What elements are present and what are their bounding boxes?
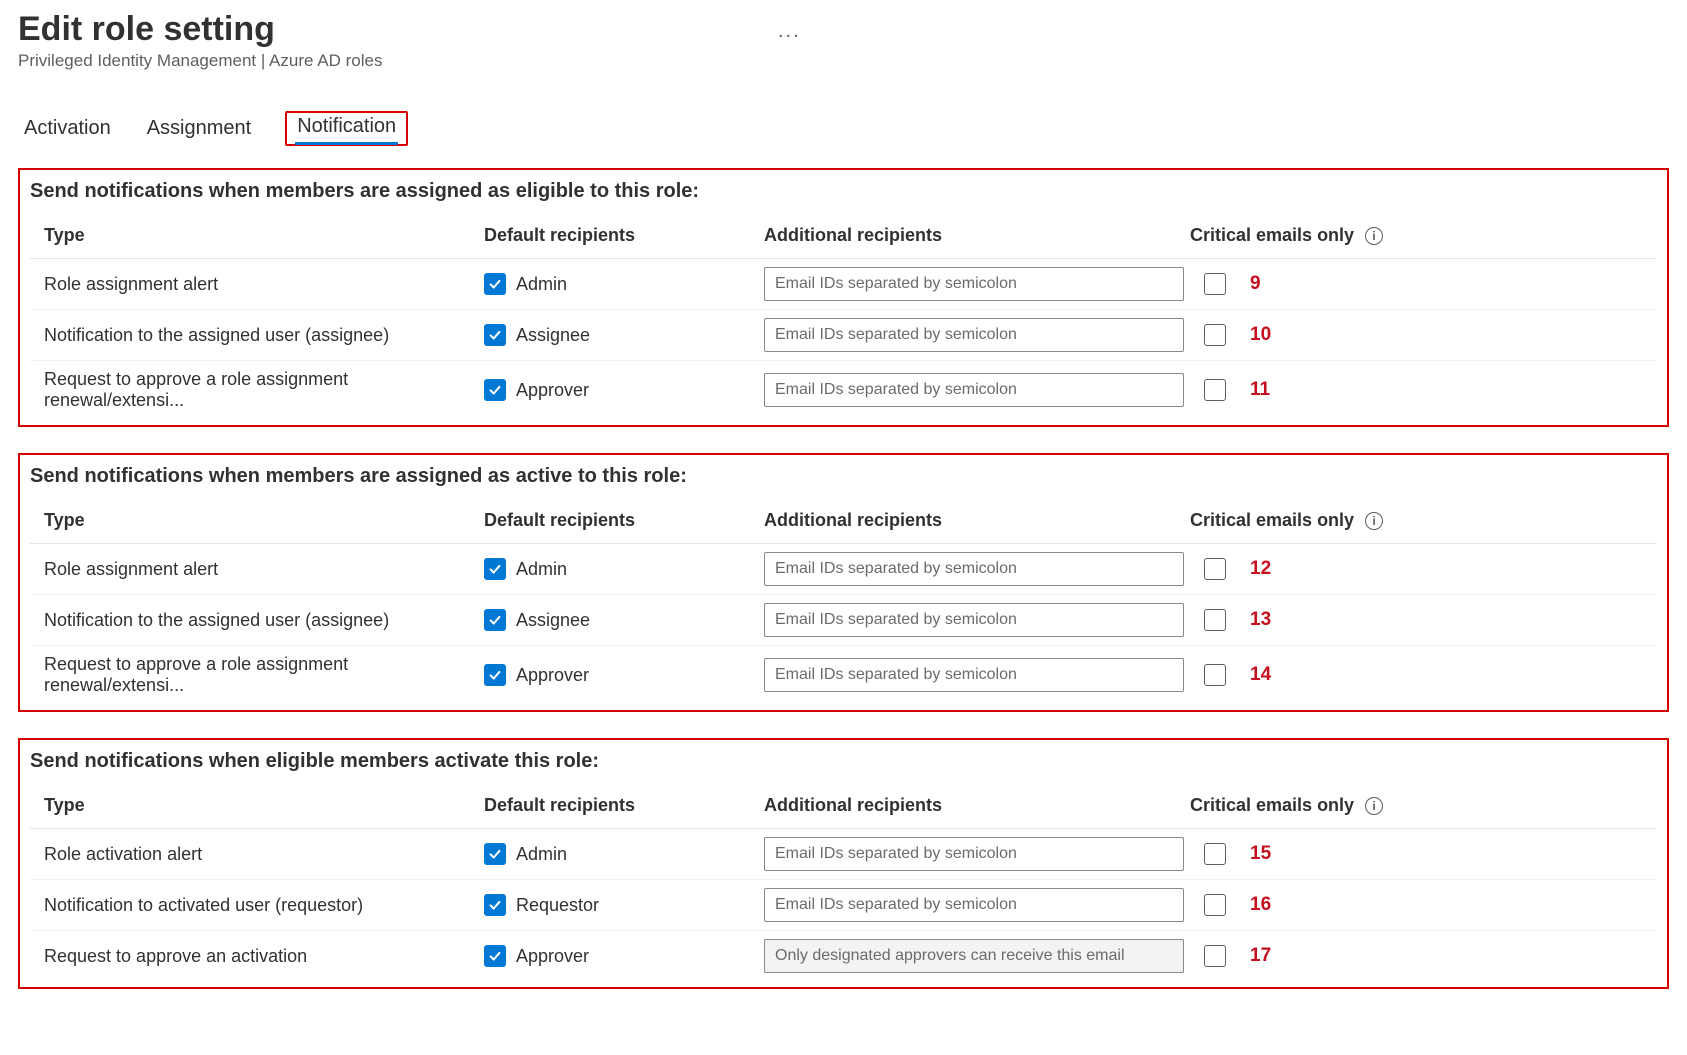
tab-activation[interactable]: Activation — [22, 111, 113, 146]
step-badge: 16 — [1250, 894, 1271, 916]
section-title: Send notifications when members are assi… — [30, 180, 1657, 203]
notification-section: Send notifications when members are assi… — [18, 168, 1669, 427]
info-icon[interactable]: i — [1365, 797, 1383, 815]
table-row: Notification to the assigned user (assig… — [30, 310, 1657, 361]
table-row: Role activation alert Admin 15 — [30, 829, 1657, 880]
default-recipient-label: Admin — [516, 844, 567, 865]
default-recipient-checkbox[interactable] — [484, 558, 506, 580]
critical-emails-checkbox[interactable] — [1204, 324, 1226, 346]
critical-emails-checkbox[interactable] — [1204, 609, 1226, 631]
notification-section: Send notifications when eligible members… — [18, 738, 1669, 989]
notification-type: Role assignment alert — [30, 544, 470, 595]
table-row: Request to approve an activation Approver… — [30, 931, 1657, 982]
notification-type: Request to approve a role assignment ren… — [30, 361, 470, 420]
additional-recipients-input[interactable] — [764, 552, 1184, 586]
col-critical-emails: Critical emails only i — [1190, 217, 1657, 259]
section-title: Send notifications when members are assi… — [30, 465, 1657, 488]
critical-emails-checkbox[interactable] — [1204, 843, 1226, 865]
tab-assignment[interactable]: Assignment — [145, 111, 254, 146]
table-row: Request to approve a role assignment ren… — [30, 646, 1657, 705]
default-recipient-label: Approver — [516, 665, 589, 686]
table-row: Role assignment alert Admin 9 — [30, 259, 1657, 310]
additional-recipients-input[interactable] — [764, 603, 1184, 637]
notification-section: Send notifications when members are assi… — [18, 453, 1669, 712]
critical-emails-checkbox[interactable] — [1204, 945, 1226, 967]
col-additional-recipients: Additional recipients — [750, 502, 1190, 544]
col-default-recipients: Default recipients — [470, 787, 750, 829]
col-type: Type — [30, 787, 470, 829]
default-recipient-label: Admin — [516, 274, 567, 295]
step-badge: 15 — [1250, 843, 1271, 865]
default-recipient-label: Approver — [516, 946, 589, 967]
col-type: Type — [30, 502, 470, 544]
default-recipient-label: Approver — [516, 380, 589, 401]
additional-recipients-input[interactable] — [764, 373, 1184, 407]
col-critical-emails: Critical emails only i — [1190, 502, 1657, 544]
tabs: Activation Assignment Notification — [18, 111, 1669, 146]
default-recipient-label: Admin — [516, 559, 567, 580]
default-recipient-checkbox[interactable] — [484, 945, 506, 967]
additional-recipients-input — [764, 939, 1184, 973]
default-recipient-checkbox[interactable] — [484, 664, 506, 686]
info-icon[interactable]: i — [1365, 512, 1383, 530]
table-row: Notification to activated user (requesto… — [30, 880, 1657, 931]
notification-type: Notification to activated user (requesto… — [30, 880, 470, 931]
additional-recipients-input[interactable] — [764, 837, 1184, 871]
breadcrumb: Privileged Identity Management | Azure A… — [18, 51, 1669, 71]
additional-recipients-input[interactable] — [764, 658, 1184, 692]
critical-emails-checkbox[interactable] — [1204, 558, 1226, 580]
default-recipient-checkbox[interactable] — [484, 843, 506, 865]
col-default-recipients: Default recipients — [470, 217, 750, 259]
col-additional-recipients: Additional recipients — [750, 217, 1190, 259]
default-recipient-checkbox[interactable] — [484, 379, 506, 401]
table-row: Request to approve a role assignment ren… — [30, 361, 1657, 420]
notification-type: Notification to the assigned user (assig… — [30, 310, 470, 361]
default-recipient-checkbox[interactable] — [484, 894, 506, 916]
critical-emails-checkbox[interactable] — [1204, 273, 1226, 295]
step-badge: 17 — [1250, 945, 1271, 967]
default-recipient-label: Assignee — [516, 610, 590, 631]
default-recipient-label: Assignee — [516, 325, 590, 346]
critical-emails-checkbox[interactable] — [1204, 894, 1226, 916]
col-critical-emails: Critical emails only i — [1190, 787, 1657, 829]
info-icon[interactable]: i — [1365, 227, 1383, 245]
step-badge: 14 — [1250, 664, 1271, 686]
step-badge: 13 — [1250, 609, 1271, 631]
default-recipient-checkbox[interactable] — [484, 324, 506, 346]
notification-type: Request to approve an activation — [30, 931, 470, 982]
step-badge: 9 — [1250, 273, 1261, 295]
tab-notification[interactable]: Notification — [295, 109, 398, 143]
critical-emails-checkbox[interactable] — [1204, 664, 1226, 686]
step-badge: 11 — [1250, 379, 1270, 401]
additional-recipients-input[interactable] — [764, 888, 1184, 922]
notification-type: Notification to the assigned user (assig… — [30, 595, 470, 646]
step-badge: 10 — [1250, 324, 1271, 346]
table-row: Role assignment alert Admin 12 — [30, 544, 1657, 595]
col-additional-recipients: Additional recipients — [750, 787, 1190, 829]
additional-recipients-input[interactable] — [764, 318, 1184, 352]
more-actions-button[interactable]: ... — [778, 20, 801, 43]
critical-emails-checkbox[interactable] — [1204, 379, 1226, 401]
step-badge: 12 — [1250, 558, 1271, 580]
notification-type: Role assignment alert — [30, 259, 470, 310]
notification-type: Role activation alert — [30, 829, 470, 880]
col-type: Type — [30, 217, 470, 259]
col-default-recipients: Default recipients — [470, 502, 750, 544]
notification-type: Request to approve a role assignment ren… — [30, 646, 470, 705]
table-row: Notification to the assigned user (assig… — [30, 595, 1657, 646]
page-title: Edit role setting — [18, 10, 1669, 49]
default-recipient-checkbox[interactable] — [484, 273, 506, 295]
section-title: Send notifications when eligible members… — [30, 750, 1657, 773]
default-recipient-checkbox[interactable] — [484, 609, 506, 631]
additional-recipients-input[interactable] — [764, 267, 1184, 301]
default-recipient-label: Requestor — [516, 895, 599, 916]
